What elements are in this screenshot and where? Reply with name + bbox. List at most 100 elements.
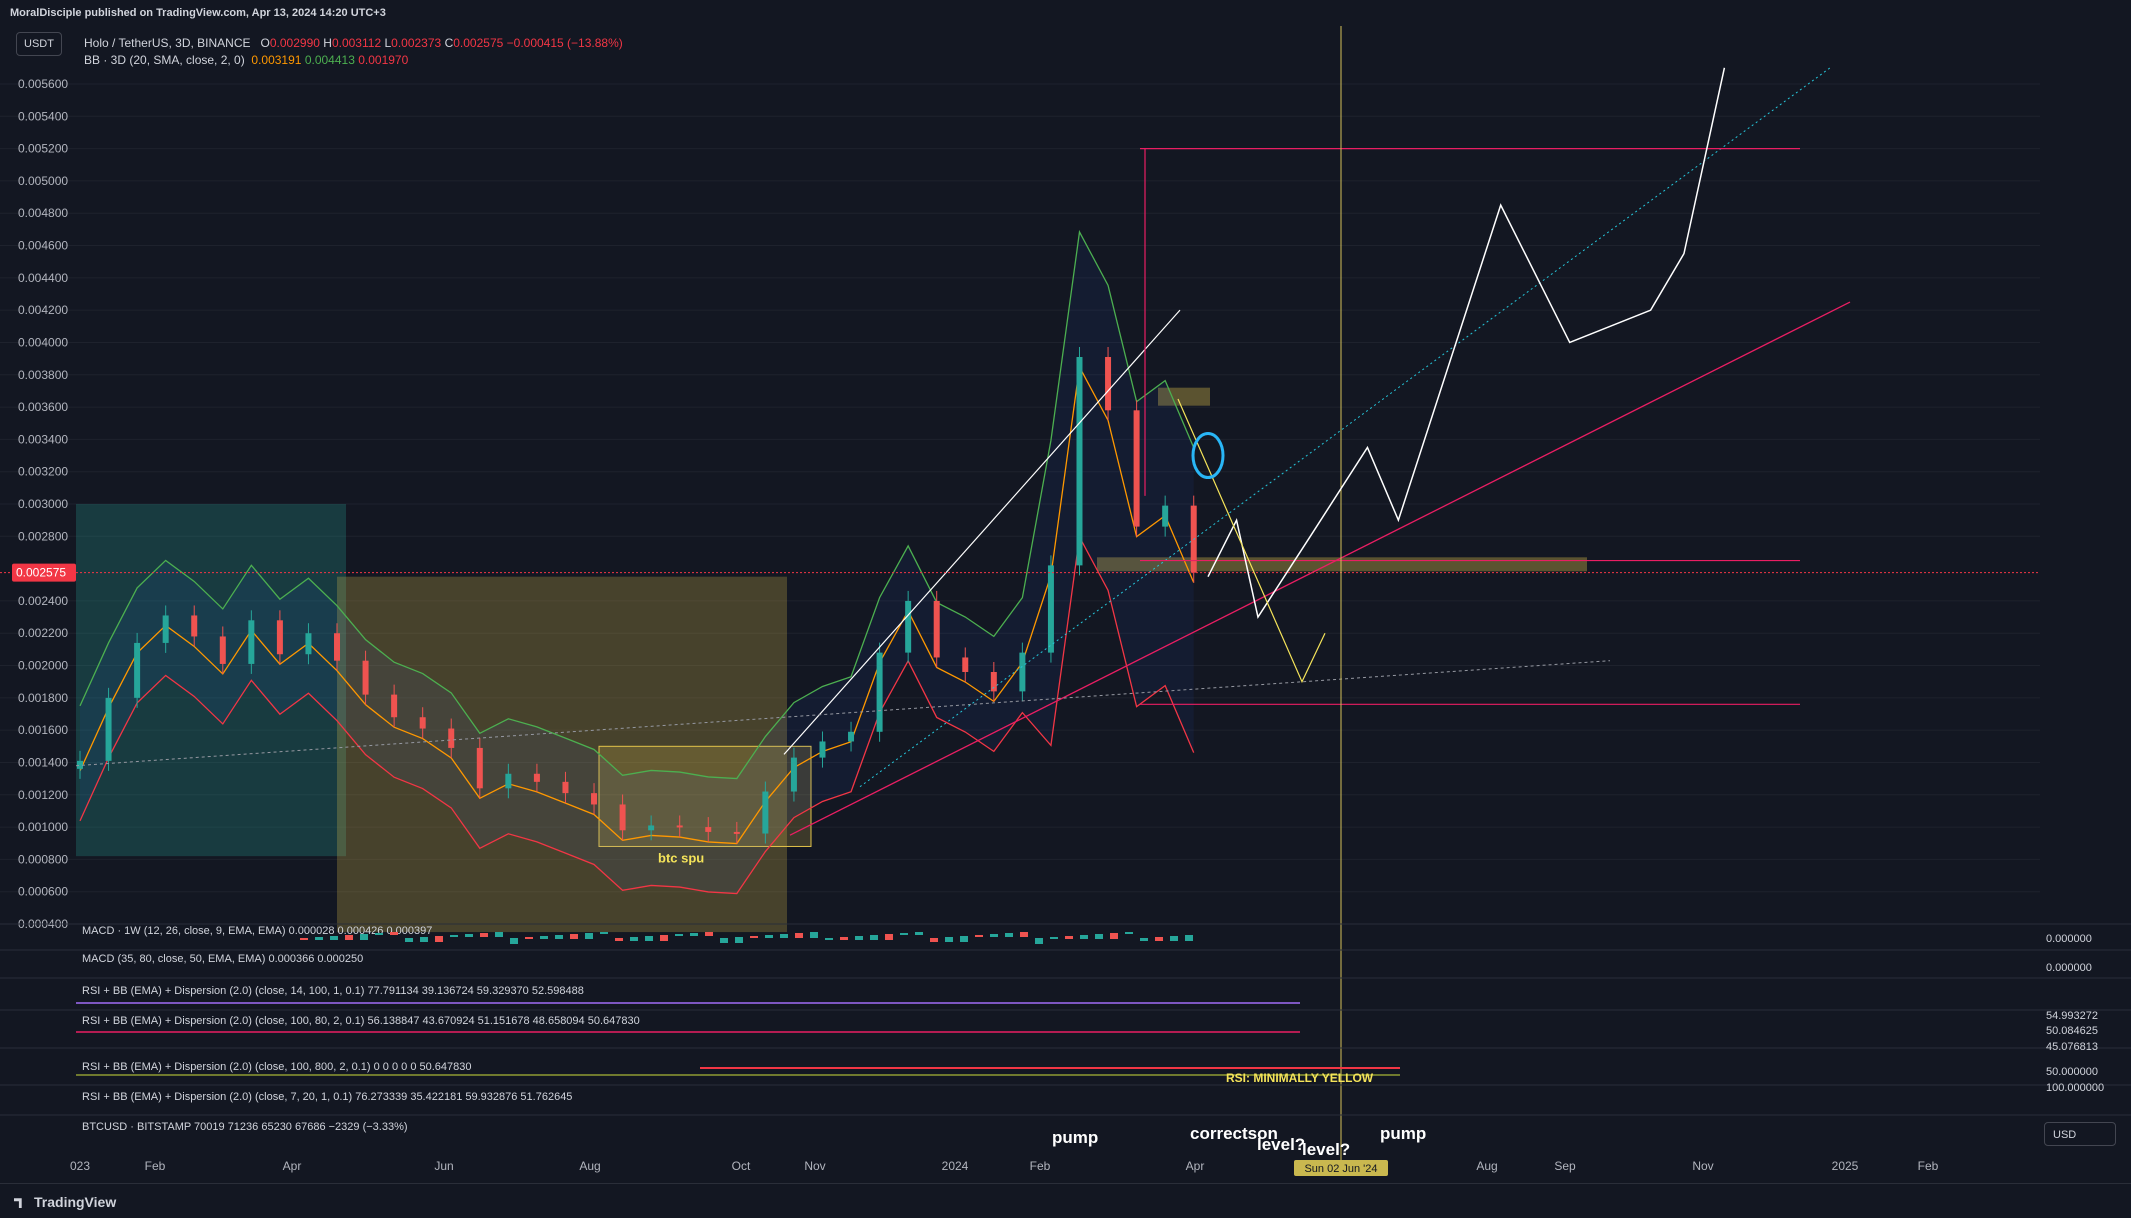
time-tick-label: Apr bbox=[1186, 1159, 1205, 1173]
macd-histogram-bar bbox=[885, 934, 893, 940]
price-tick-label: 0.001800 bbox=[18, 691, 68, 705]
candle-body bbox=[1162, 505, 1169, 527]
macd-histogram-bar bbox=[840, 937, 848, 940]
candle-body bbox=[305, 633, 312, 655]
price-tick-label: 0.004200 bbox=[18, 303, 68, 317]
pane-scale-label: 54.993272 bbox=[2046, 1010, 2098, 1022]
time-tick-label: Oct bbox=[732, 1159, 751, 1173]
macd-histogram-bar bbox=[330, 936, 338, 940]
macd-histogram-bar bbox=[360, 934, 368, 940]
time-tick-label: Nov bbox=[804, 1159, 825, 1173]
macd-histogram-bar bbox=[660, 935, 668, 941]
annotation-btc-spu: btc spu bbox=[658, 851, 704, 866]
candle-body bbox=[648, 825, 655, 831]
macd-histogram-bar bbox=[975, 935, 983, 937]
pane-scale-label: 50.000000 bbox=[2046, 1066, 2098, 1078]
price-tick-label: 0.002800 bbox=[18, 529, 68, 543]
time-tick-label: Feb bbox=[1918, 1159, 1939, 1173]
pane-scale-label: 50.084625 bbox=[2046, 1025, 2098, 1037]
price-tick-label: 0.002000 bbox=[18, 659, 68, 673]
price-tick-label: 0.003200 bbox=[18, 465, 68, 479]
pane-macd-weekly: MACD · 1W (12, 26, close, 9, EMA, EMA) 0… bbox=[82, 925, 432, 937]
btc-pane-annotation: pump bbox=[1052, 1128, 1098, 1147]
candle-body bbox=[876, 652, 883, 732]
footer-bar: TradingView bbox=[0, 1183, 2131, 1218]
macd-histogram-bar bbox=[405, 938, 413, 942]
bb-basis-value: 0.003191 bbox=[251, 53, 302, 67]
quote-currency-chip[interactable]: USDT bbox=[16, 32, 62, 56]
trendline-cyan bbox=[859, 67, 1831, 788]
macd-histogram-bar bbox=[300, 938, 308, 940]
btc-pane-annotation: pump bbox=[1380, 1124, 1426, 1143]
macd-histogram-bar bbox=[645, 936, 653, 941]
pane-macd-slow: MACD (35, 80, close, 50, EMA, EMA) 0.000… bbox=[82, 953, 363, 965]
macd-histogram-bar bbox=[1050, 937, 1058, 939]
time-tick-label: Feb bbox=[1030, 1159, 1051, 1173]
candle-body bbox=[790, 757, 797, 792]
btc-pane-annotation: level? bbox=[1257, 1135, 1305, 1154]
candle-body bbox=[848, 731, 855, 742]
price-tick-label: 0.003600 bbox=[18, 400, 68, 414]
price-tick-label: 0.005400 bbox=[18, 109, 68, 123]
macd-histogram-bar bbox=[795, 933, 803, 938]
candle-body bbox=[419, 717, 426, 729]
price-axis: 0.005600 0.005400 0.005200 0.005000 0.004800… bbox=[18, 77, 68, 931]
symbol-name: Holo / TetherUS, 3D, BINANCE bbox=[84, 36, 251, 50]
macd-histogram-bar bbox=[390, 932, 398, 935]
candle-body bbox=[105, 697, 112, 761]
macd-histogram-bar bbox=[1005, 933, 1013, 937]
candle-body bbox=[248, 620, 255, 664]
macd-histogram-bar bbox=[1020, 932, 1028, 937]
time-tick-label: Nov bbox=[1692, 1159, 1713, 1173]
candle-body bbox=[1019, 652, 1026, 692]
last-price-label: 0.002575 bbox=[16, 566, 66, 580]
macd-histogram-bar bbox=[990, 934, 998, 937]
time-tick-label: Jun bbox=[434, 1159, 453, 1173]
macd-histogram-bar bbox=[915, 932, 923, 935]
candle-body bbox=[191, 615, 198, 637]
macd-histogram-bar bbox=[600, 932, 608, 934]
macd-histogram-bar bbox=[315, 937, 323, 940]
yellow-projection bbox=[1177, 398, 1326, 684]
candle-body bbox=[762, 791, 769, 834]
time-tick-label: Apr bbox=[283, 1159, 302, 1173]
price-tick-label: 0.003800 bbox=[18, 368, 68, 382]
macd-histogram-bar bbox=[900, 933, 908, 935]
candle-body bbox=[676, 825, 683, 828]
time-tick-label: Aug bbox=[1476, 1159, 1497, 1173]
macd-histogram-bar bbox=[825, 938, 833, 940]
macd-histogram-bar bbox=[765, 935, 773, 938]
candle-body bbox=[391, 694, 398, 718]
macd-histogram-bar bbox=[1035, 938, 1043, 944]
macd-histogram-bar bbox=[585, 933, 593, 939]
pane-rsi-7: RSI + BB (EMA) + Dispersion (2.0) (close… bbox=[82, 1091, 572, 1103]
candle-body bbox=[933, 600, 940, 658]
btc-pane-annotation: level? bbox=[1302, 1140, 1350, 1159]
pane-scale-label: 45.076813 bbox=[2046, 1041, 2098, 1053]
macd-histogram-bar bbox=[540, 936, 548, 939]
macd-histogram-bar bbox=[1065, 936, 1073, 939]
bb-lower-value: 0.001970 bbox=[358, 53, 409, 67]
macd-histogram-bar bbox=[510, 938, 518, 944]
tradingview-logo[interactable]: TradingView bbox=[14, 1194, 116, 1210]
candle-body bbox=[362, 660, 369, 695]
open-label: O bbox=[260, 36, 270, 50]
candle-body bbox=[962, 657, 969, 672]
tradingview-logo-icon bbox=[14, 1198, 22, 1209]
macd-histogram-bar bbox=[855, 936, 863, 940]
price-chart[interactable]: 0.005600 0.005400 0.005200 0.005000 0.004800… bbox=[0, 26, 2131, 1183]
low-value: 0.002373 bbox=[391, 36, 442, 50]
candle-body bbox=[990, 672, 997, 692]
macd-histogram-bar bbox=[960, 936, 968, 942]
bb-legend: BB · 3D (20, SMA, close, 2, 0) 0.003191 … bbox=[84, 53, 408, 67]
published-text: MoralDisciple published on TradingView.c… bbox=[10, 7, 386, 19]
high-value: 0.003112 bbox=[331, 36, 382, 50]
price-tick-label: 0.002400 bbox=[18, 594, 68, 608]
price-tick-label: 0.003000 bbox=[18, 497, 68, 511]
price-tick-label: 0.001400 bbox=[18, 755, 68, 769]
candle-body bbox=[905, 600, 912, 653]
macd-histogram-bar bbox=[735, 937, 743, 943]
highlight-circle bbox=[1191, 432, 1225, 480]
macd-histogram-bar bbox=[1185, 935, 1193, 941]
btc-currency-chip[interactable]: USD bbox=[2044, 1122, 2116, 1146]
